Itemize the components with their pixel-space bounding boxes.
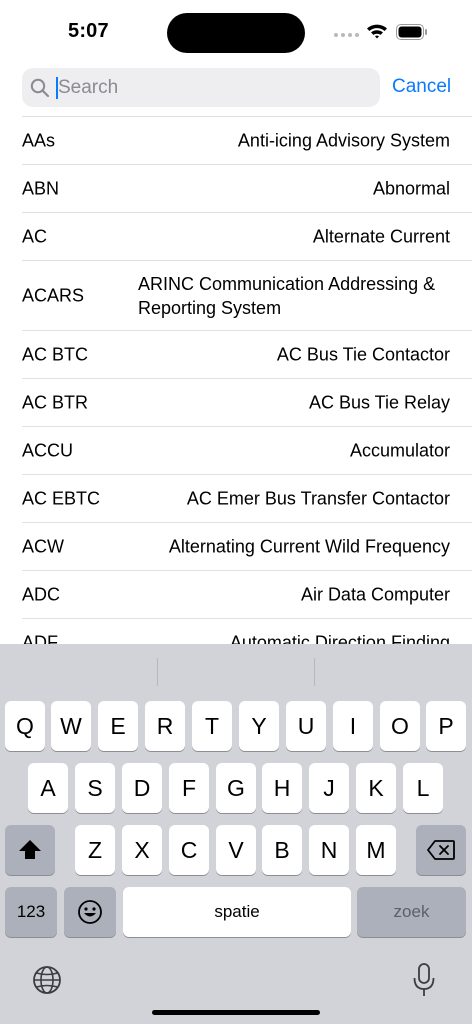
status-time: 5:07 xyxy=(68,20,109,42)
key[interactable]: E xyxy=(98,701,138,751)
shift-key[interactable] xyxy=(5,825,55,875)
globe-icon[interactable] xyxy=(31,964,63,996)
key[interactable]: B xyxy=(262,825,302,875)
search-return-key[interactable]: zoek xyxy=(357,887,466,937)
home-indicator xyxy=(152,1010,320,1015)
meaning: ARINC Communication Addressing & Reporti… xyxy=(138,273,436,318)
key[interactable]: H xyxy=(262,763,302,813)
emoji-icon xyxy=(78,900,102,924)
abbreviation: ABN xyxy=(22,178,60,198)
key[interactable]: C xyxy=(169,825,209,875)
meaning: Alternating Current Wild Frequency xyxy=(168,536,450,556)
keyboard: Q W E R T Y U I O P A S D F G H J K L Z … xyxy=(0,644,472,1024)
abbreviation-list[interactable]: AAs Anti-icing Advisory System ABN Abnor… xyxy=(0,116,472,646)
abbreviation: AAs xyxy=(22,130,56,150)
meaning: Air Data Computer xyxy=(300,584,450,604)
abbreviation: AC BTC xyxy=(22,344,89,364)
numbers-key[interactable]: 123 xyxy=(5,887,57,937)
backspace-icon xyxy=(427,840,455,860)
key[interactable]: S xyxy=(75,763,115,813)
battery-icon xyxy=(396,24,427,40)
key[interactable]: F xyxy=(169,763,209,813)
emoji-key[interactable] xyxy=(64,887,116,937)
key[interactable]: Z xyxy=(75,825,115,875)
cancel-button[interactable]: Cancel xyxy=(392,76,451,98)
meaning: AC Emer Bus Transfer Contactor xyxy=(186,488,450,508)
key[interactable]: O xyxy=(380,701,420,751)
key[interactable]: N xyxy=(309,825,349,875)
status-bar: 5:07 xyxy=(0,0,472,62)
list-item[interactable]: ADC Air Data Computer xyxy=(22,570,472,618)
key[interactable]: X xyxy=(122,825,162,875)
key[interactable]: V xyxy=(216,825,256,875)
dynamic-island xyxy=(167,13,305,53)
key[interactable]: A xyxy=(28,763,68,813)
key[interactable]: M xyxy=(356,825,396,875)
suggestion-divider xyxy=(314,658,315,686)
key[interactable]: Y xyxy=(239,701,279,751)
meaning: AC Bus Tie Relay xyxy=(308,392,450,412)
meaning: Abnormal xyxy=(372,178,450,198)
list-item[interactable]: AAs Anti-icing Advisory System xyxy=(22,116,472,164)
wifi-icon xyxy=(367,24,387,39)
list-item[interactable]: ADF Automatic Direction Finding xyxy=(22,618,472,646)
meaning: Accumulator xyxy=(349,440,450,460)
list-item[interactable]: ACCU Accumulator xyxy=(22,426,472,474)
key[interactable]: U xyxy=(286,701,326,751)
key[interactable]: L xyxy=(403,763,443,813)
abbreviation: AC EBTC xyxy=(22,488,101,508)
meaning: Alternate Current xyxy=(312,226,450,246)
key[interactable]: W xyxy=(51,701,91,751)
list-item[interactable]: AC EBTC AC Emer Bus Transfer Contactor xyxy=(22,474,472,522)
list-item[interactable]: AC BTR AC Bus Tie Relay xyxy=(22,378,472,426)
search-input[interactable] xyxy=(58,68,368,107)
key[interactable]: D xyxy=(122,763,162,813)
key[interactable]: R xyxy=(145,701,185,751)
list-item[interactable]: AC Alternate Current xyxy=(22,212,472,260)
search-icon xyxy=(30,78,50,98)
key[interactable]: T xyxy=(192,701,232,751)
abbreviation: ADC xyxy=(22,584,61,604)
suggestion-bar[interactable] xyxy=(0,644,472,694)
key[interactable]: G xyxy=(216,763,256,813)
key[interactable]: I xyxy=(333,701,373,751)
list-item[interactable]: ABN Abnormal xyxy=(22,164,472,212)
microphone-icon[interactable] xyxy=(412,962,436,998)
shift-icon xyxy=(19,840,41,859)
meaning: Anti-icing Advisory System xyxy=(237,130,450,150)
cellular-signal-icon xyxy=(334,33,359,37)
space-key[interactable]: spatie xyxy=(123,887,351,937)
key[interactable]: Q xyxy=(5,701,45,751)
list-item[interactable]: ACW Alternating Current Wild Frequency xyxy=(22,522,472,570)
list-item[interactable]: ACARS ARINC Communication Addressing & R… xyxy=(22,260,472,330)
abbreviation: ACARS xyxy=(22,285,85,305)
abbreviation: ACW xyxy=(22,536,64,556)
abbreviation: AC BTR xyxy=(22,392,89,412)
backspace-key[interactable] xyxy=(416,825,466,875)
key[interactable]: K xyxy=(356,763,396,813)
abbreviation: AC xyxy=(22,226,48,246)
abbreviation: ACCU xyxy=(22,440,74,460)
list-item[interactable]: AC BTC AC Bus Tie Contactor xyxy=(22,330,472,378)
key[interactable]: P xyxy=(426,701,466,751)
search-field[interactable] xyxy=(22,68,380,107)
meaning: AC Bus Tie Contactor xyxy=(276,344,450,364)
key[interactable]: J xyxy=(309,763,349,813)
suggestion-divider xyxy=(157,658,158,686)
